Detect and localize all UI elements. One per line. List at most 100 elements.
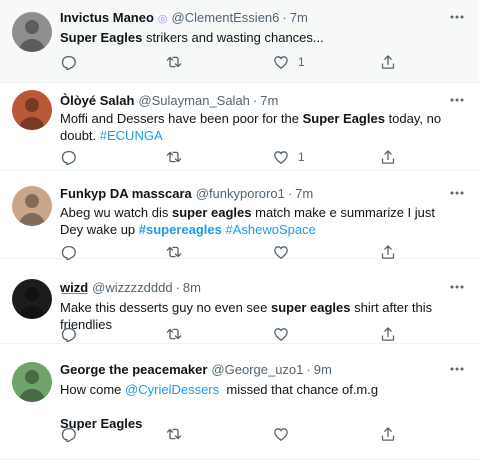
reply-button[interactable]: [60, 53, 76, 71]
tweet-actions: 1: [60, 53, 420, 71]
retweet-icon: [166, 326, 182, 342]
tweet-text-segment: Make this desserts guy no even see: [60, 300, 272, 315]
tweet-header: w̲i̲z̲d̲ @wizzzzdddd · 8m: [60, 280, 201, 296]
more-options-icon[interactable]: [447, 186, 467, 200]
avatar[interactable]: [12, 90, 52, 130]
share-button[interactable]: [380, 425, 396, 443]
tweet-text-segment: Super Eagles: [60, 30, 143, 45]
like-icon: [273, 244, 289, 260]
share-icon: [380, 54, 396, 70]
tweet-text-segment: super eagles: [172, 205, 252, 220]
reply-button[interactable]: [60, 148, 76, 166]
timestamp[interactable]: 7m: [260, 93, 278, 108]
author-handle[interactable]: @funkypororo1: [196, 186, 285, 201]
tweet[interactable]: w̲i̲z̲d̲ @wizzzzdddd · 8m Make this desserts…: [0, 259, 479, 344]
like-button[interactable]: [273, 425, 289, 443]
tweet-text-segment: Super Eagles: [302, 111, 385, 126]
tweet-link[interactable]: #AshewoSpace: [226, 222, 316, 237]
tweet-text: Moffi and Dessers have been poor for the…: [60, 110, 460, 144]
timestamp[interactable]: 7m: [290, 10, 308, 25]
tweet-text-segment: missed that chance of.m.g: [219, 382, 379, 397]
tweet-text-segment: Abeg wu watch dis: [60, 205, 173, 220]
tweet-text: Super Eagles strikers and wasting chance…: [60, 29, 460, 46]
share-icon: [380, 326, 396, 342]
tweet-text-segment: How come: [60, 382, 126, 397]
tweet-text-segment: super eagles: [271, 300, 351, 315]
retweet-button[interactable]: [166, 425, 182, 443]
reply-button[interactable]: [60, 425, 76, 443]
separator-dot: ·: [287, 186, 293, 201]
share-button[interactable]: [380, 53, 396, 71]
avatar[interactable]: [12, 279, 52, 319]
tweet[interactable]: Òlòyé Salah @Sulayman_Salah · 7m Moffi and D…: [0, 83, 479, 171]
more-options-icon[interactable]: [447, 93, 467, 107]
tweet-actions: 1: [60, 148, 420, 166]
tweet-link[interactable]: #supereagles: [139, 222, 222, 237]
reply-icon: [60, 54, 76, 70]
retweet-button[interactable]: [166, 148, 182, 166]
retweet-icon: [166, 54, 182, 70]
like-icon: [273, 149, 289, 165]
share-button[interactable]: [380, 148, 396, 166]
reply-icon: [60, 244, 76, 260]
tweet-header: Òlòyé Salah @Sulayman_Salah · 7m: [60, 93, 278, 109]
separator-dot: ·: [175, 280, 180, 295]
separator-dot: ·: [306, 362, 311, 377]
author-name[interactable]: Òlòyé Salah: [60, 93, 134, 108]
avatar[interactable]: [12, 362, 52, 402]
author-handle[interactable]: @George_uzo1: [211, 362, 303, 377]
like-icon: [273, 54, 289, 70]
share-icon: [380, 426, 396, 442]
retweet-button[interactable]: [166, 325, 182, 343]
tweet-header: Invictus Maneo ◎ @ClementEssien6 · 7m: [60, 10, 308, 27]
tweet-header: Funkyp DA masscara @funkypororo1 · 7m: [60, 186, 313, 202]
tweet-actions: [60, 425, 420, 443]
tweet-header: George the peacemaker @George_uzo1 · 9m: [60, 362, 332, 378]
tweet-text: Abeg wu watch dis super eagles match mak…: [60, 204, 460, 238]
more-options-icon[interactable]: [447, 362, 467, 376]
author-name[interactable]: Funkyp DA masscara: [60, 186, 192, 201]
retweet-icon: [166, 244, 182, 260]
author-name[interactable]: w̲i̲z̲d̲: [60, 280, 88, 295]
separator-dot: ·: [282, 10, 287, 25]
avatar[interactable]: [12, 12, 52, 52]
tweet[interactable]: Funkyp DA masscara @funkypororo1 · 7m Abeg w…: [0, 171, 479, 260]
share-icon: [380, 244, 396, 260]
timestamp[interactable]: 7m: [295, 186, 313, 201]
reply-button[interactable]: [60, 325, 76, 343]
tweet-link[interactable]: @CyrielDessers: [125, 382, 219, 397]
retweet-icon: [166, 426, 182, 442]
reply-icon: [60, 149, 76, 165]
separator-dot: ·: [252, 93, 258, 108]
reply-icon: [60, 426, 76, 442]
retweet-button[interactable]: [166, 53, 182, 71]
share-button[interactable]: [380, 325, 396, 343]
share-icon: [380, 149, 396, 165]
like-count: 1: [298, 150, 305, 164]
tweet-text-segment: strikers and wasting chances...: [142, 30, 324, 45]
avatar[interactable]: [12, 186, 52, 226]
tweet-actions: [60, 325, 420, 343]
reply-icon: [60, 326, 76, 342]
author-name[interactable]: Invictus Maneo: [60, 10, 154, 25]
verified-badge-icon: ◎: [157, 13, 168, 25]
like-button[interactable]: 1: [273, 148, 305, 166]
author-handle[interactable]: @Sulayman_Salah: [138, 93, 249, 108]
tweet-link[interactable]: #ECUNGA: [100, 128, 163, 143]
tweet[interactable]: George the peacemaker @George_uzo1 · 9m How …: [0, 344, 479, 460]
tweet[interactable]: Invictus Maneo ◎ @ClementEssien6 · 7m Super E…: [0, 0, 479, 83]
like-button[interactable]: 1: [273, 53, 305, 71]
like-count: 1: [298, 55, 305, 69]
like-button[interactable]: [273, 325, 289, 343]
timestamp[interactable]: 9m: [314, 362, 332, 377]
author-handle[interactable]: @ClementEssien6: [172, 10, 280, 25]
timestamp[interactable]: 8m: [183, 280, 201, 295]
tweet-text-segment: Moffi and Dessers have been poor for the: [60, 111, 303, 126]
retweet-icon: [166, 149, 182, 165]
author-handle[interactable]: @wizzzzdddd: [92, 280, 172, 295]
like-icon: [273, 326, 289, 342]
more-options-icon[interactable]: [447, 280, 467, 294]
author-name[interactable]: George the peacemaker: [60, 362, 207, 377]
like-icon: [273, 426, 289, 442]
more-options-icon[interactable]: [447, 10, 467, 24]
